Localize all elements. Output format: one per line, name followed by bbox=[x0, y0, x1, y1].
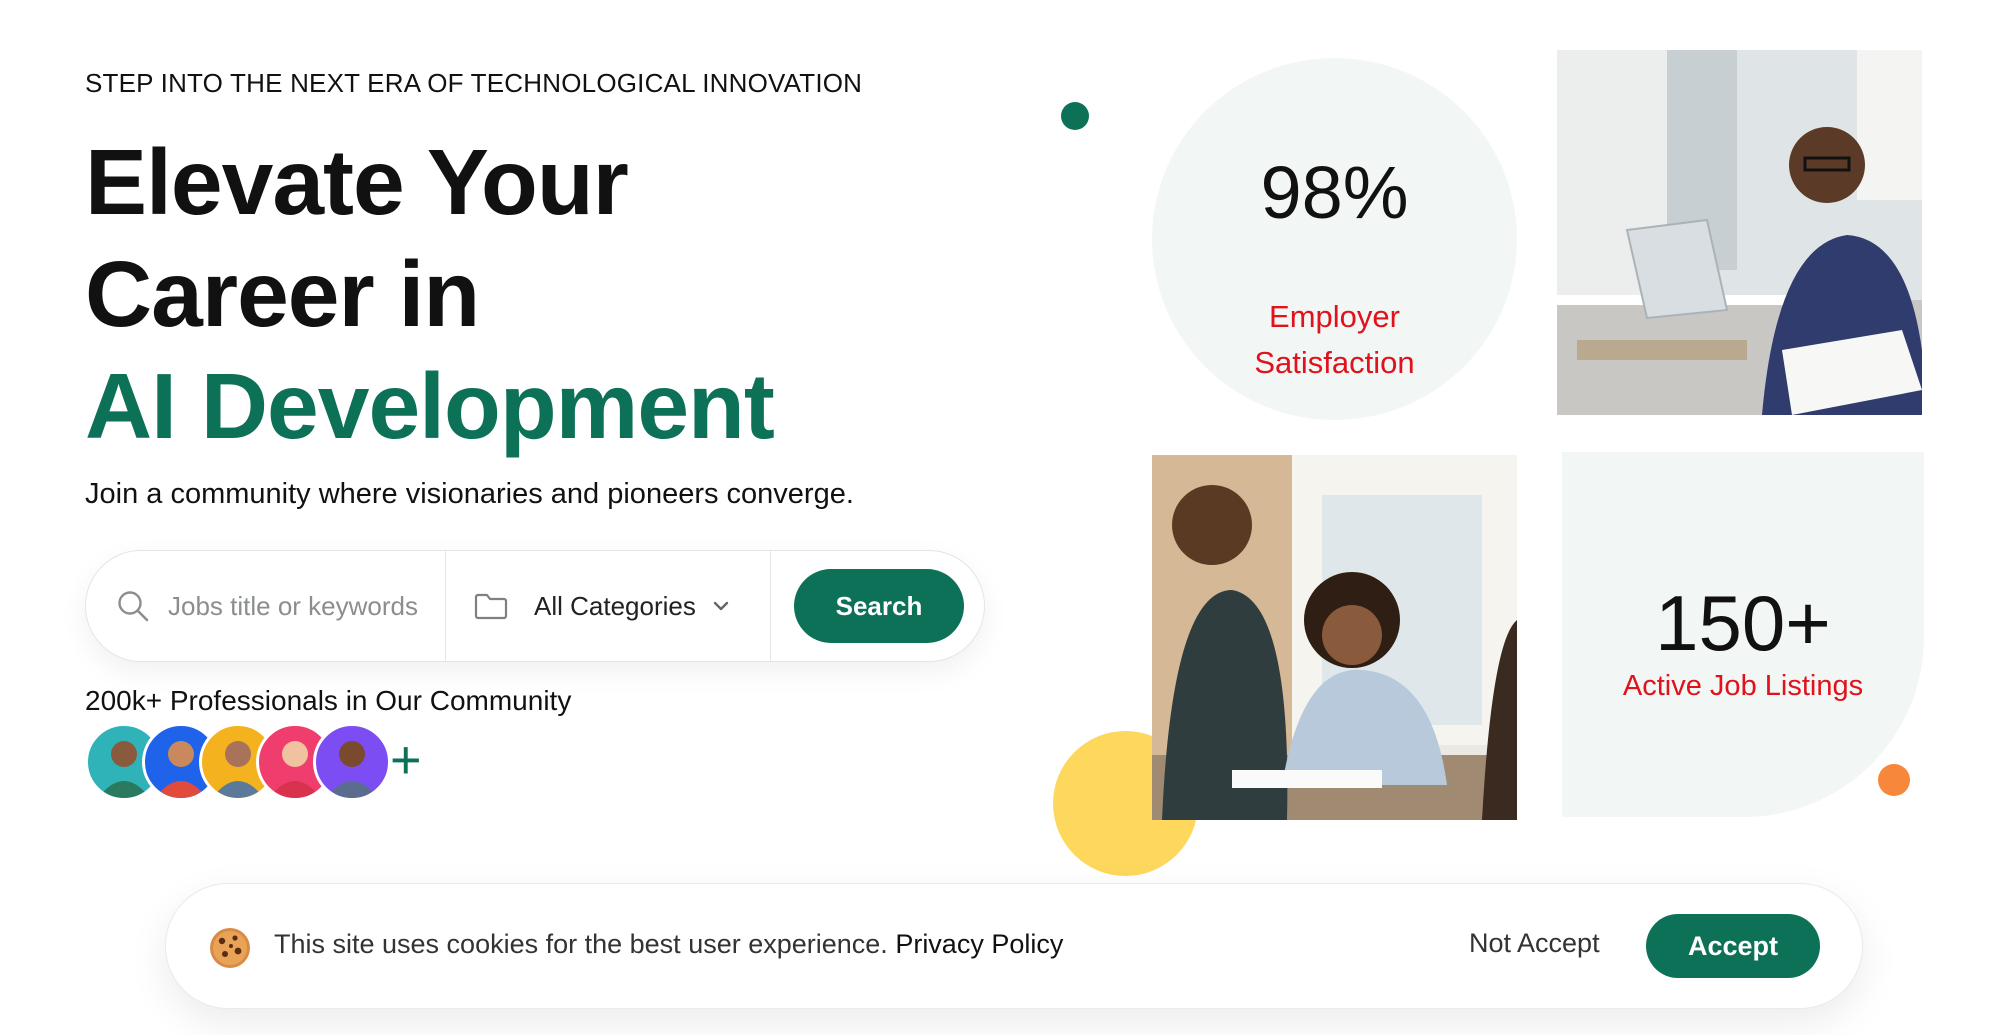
avatar bbox=[313, 723, 391, 801]
office-photo-man-laptop bbox=[1557, 50, 1922, 415]
cookie-message: This site uses cookies for the best user… bbox=[274, 929, 1063, 960]
cookie-banner: This site uses cookies for the best user… bbox=[165, 883, 1863, 1009]
listings-value: 150+ bbox=[1655, 579, 1831, 667]
search-input[interactable] bbox=[166, 589, 430, 623]
folder-icon bbox=[474, 593, 508, 620]
satisfaction-stat: 98% Employer Satisfaction bbox=[1152, 58, 1517, 420]
community-count: 200k+ Professionals in Our Community bbox=[85, 685, 572, 716]
accept-button[interactable]: Accept bbox=[1646, 914, 1820, 978]
headline-accent: AI Development bbox=[85, 354, 775, 458]
privacy-policy-link[interactable]: Privacy Policy bbox=[895, 929, 1063, 959]
chevron-down-icon bbox=[713, 601, 729, 611]
not-accept-button[interactable]: Not Accept bbox=[1469, 928, 1600, 959]
headline-line-2: Career in bbox=[85, 242, 480, 346]
satisfaction-value: 98% bbox=[1260, 151, 1409, 234]
cookie-icon bbox=[210, 928, 250, 968]
satisfaction-label-line-2: Satisfaction bbox=[1254, 345, 1415, 380]
office-photo-women-meeting bbox=[1152, 455, 1517, 820]
search-icon bbox=[118, 591, 149, 622]
listings-stat: 150+ Active Job Listings bbox=[1562, 452, 1924, 817]
decor-dot-green bbox=[1061, 102, 1089, 130]
satisfaction-label-line-1: Employer bbox=[1269, 299, 1400, 334]
search-button[interactable]: Search bbox=[794, 569, 964, 643]
job-search-bar: All Categories Search bbox=[85, 550, 985, 662]
satisfaction-label: Employer Satisfaction bbox=[1152, 294, 1517, 386]
category-value: All Categories bbox=[534, 590, 696, 621]
hero-lede: Join a community where visionaries and p… bbox=[85, 478, 854, 510]
cookie-message-text: This site uses cookies for the best user… bbox=[274, 929, 896, 959]
hero-eyebrow: STEP INTO THE NEXT ERA OF TECHNOLOGICAL … bbox=[85, 68, 863, 98]
decor-dot-orange bbox=[1878, 764, 1910, 796]
category-select[interactable]: All Categories bbox=[446, 551, 771, 661]
keyword-field bbox=[86, 551, 446, 661]
headline-line-1: Elevate Your bbox=[85, 130, 629, 234]
hero-headline: Elevate Your Career in AI Development bbox=[85, 126, 775, 462]
listings-label: Active Job Listings bbox=[1622, 670, 1864, 702]
more-members-icon[interactable]: + bbox=[390, 733, 422, 787]
